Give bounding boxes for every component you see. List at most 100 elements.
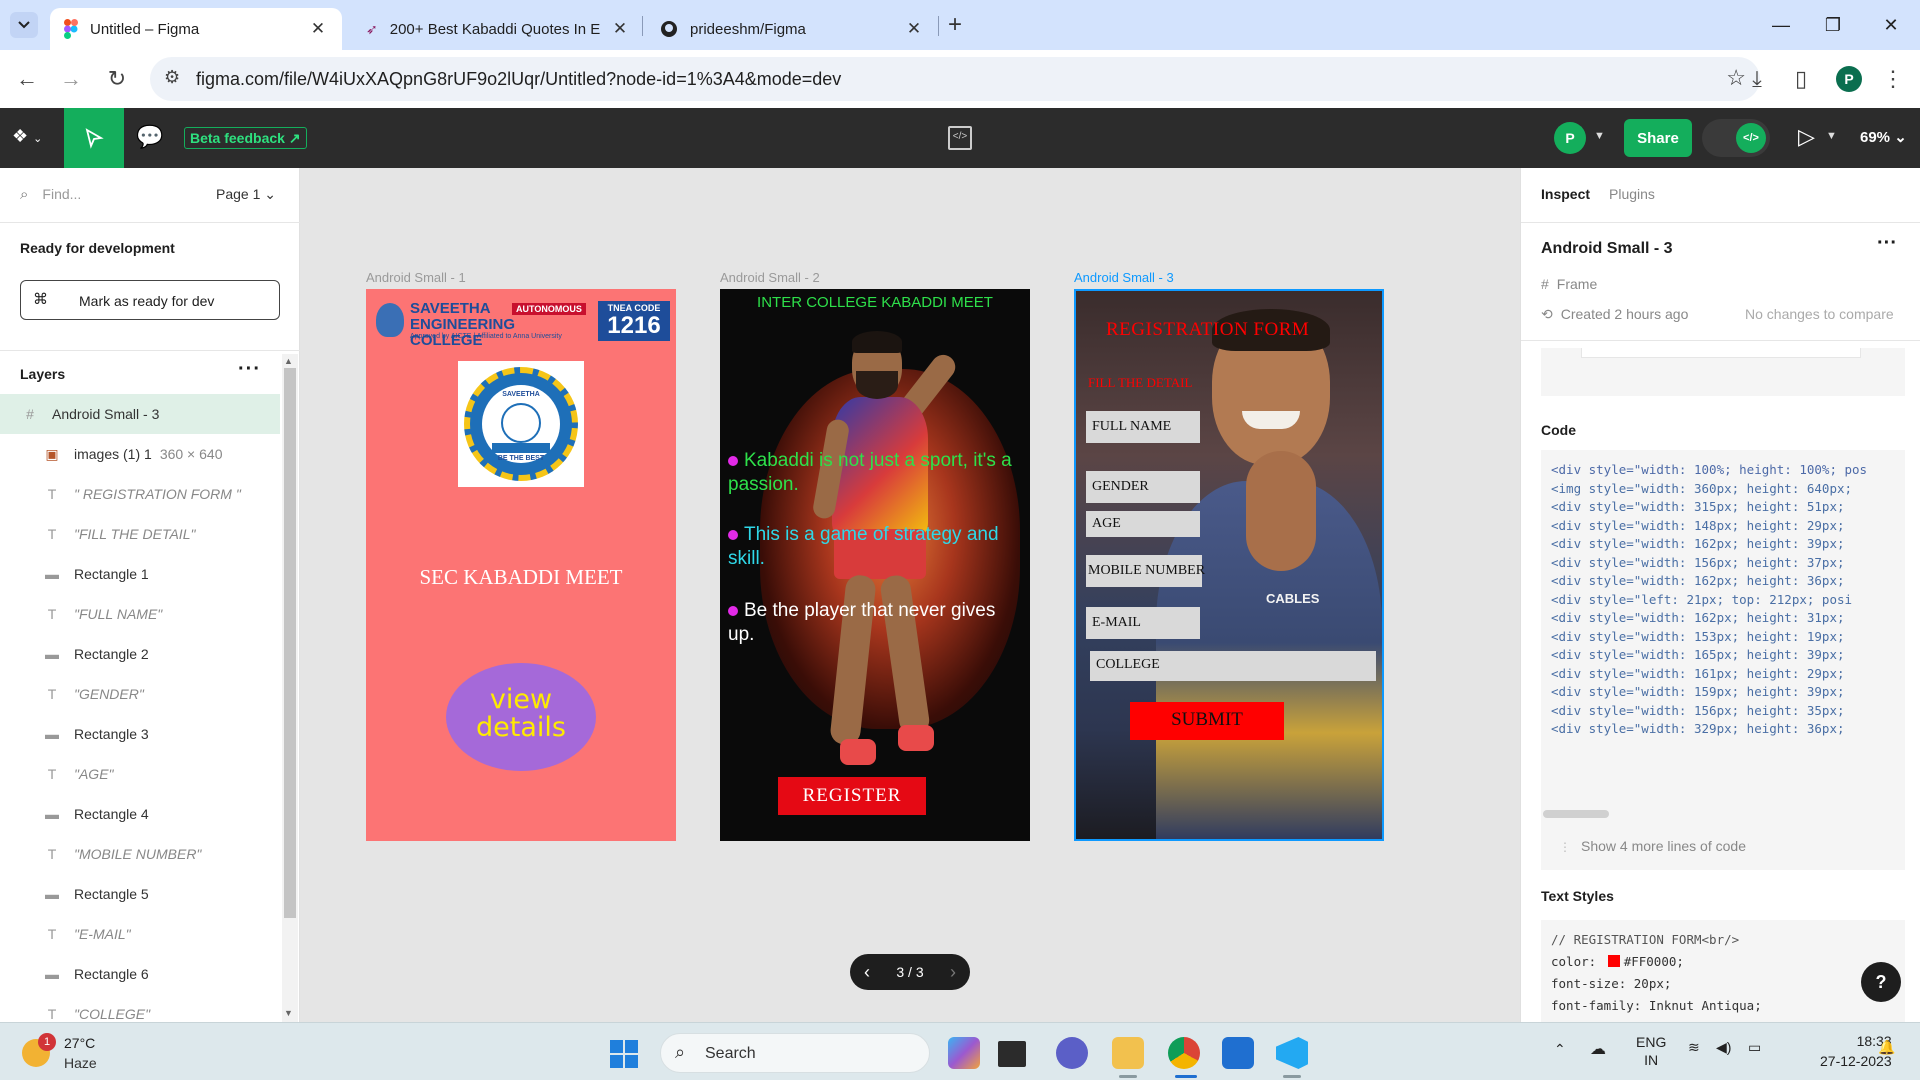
email-field[interactable]: E-MAIL (1086, 607, 1200, 639)
more-options-icon[interactable]: ··· (238, 358, 261, 381)
layer-row[interactable]: ▬ Rectangle 5 (0, 874, 280, 914)
scroll-down-icon[interactable]: ▼ (284, 1008, 293, 1018)
frame-label[interactable]: Android Small - 2 (720, 270, 820, 285)
previous-frame-icon[interactable]: ‹ (864, 962, 870, 983)
onedrive-icon[interactable]: ☁ (1590, 1039, 1606, 1059)
frame-android-small-1[interactable]: SAVEETHA ENGINEERING COLLEGE Approved by… (366, 289, 676, 841)
layer-row[interactable]: T "E-MAIL" (0, 914, 280, 954)
scroll-up-icon[interactable]: ▲ (284, 356, 293, 366)
main-menu-button[interactable]: ❖ ⌄ (12, 126, 42, 147)
volume-icon[interactable]: ◀) (1716, 1039, 1731, 1056)
move-tool-button[interactable] (64, 108, 124, 168)
code-block[interactable]: <div style="width: 100%; height: 100%; p… (1541, 450, 1905, 870)
close-tab-icon[interactable]: ✕ (308, 19, 328, 39)
browser-profile-avatar[interactable]: P (1836, 66, 1862, 92)
frame-android-small-2[interactable]: INTER COLLEGE KABADDI MEET Kabaddi is no… (720, 289, 1030, 841)
more-options-icon[interactable]: ··· (1877, 232, 1897, 255)
rectangle-icon: ▬ (45, 726, 59, 742)
frame-label[interactable]: Android Small - 1 (366, 270, 466, 285)
minimize-button[interactable]: — (1758, 10, 1804, 40)
tab-inspect[interactable]: Inspect (1541, 186, 1590, 202)
beta-feedback-button[interactable]: Beta feedback ↗ (184, 127, 307, 149)
figma-toolbar: ❖ ⌄ 💬 Beta feedback ↗ </> P ▼ Share </> … (0, 108, 1920, 168)
teams-chat-icon[interactable] (1056, 1037, 1088, 1069)
frame-android-small-3[interactable]: CABLES REGISTRATION FORM FILL THE DETAIL… (1074, 289, 1384, 841)
layer-row[interactable]: # Android Small - 3 (0, 394, 280, 434)
layer-row[interactable]: T " REGISTRATION FORM " (0, 474, 280, 514)
help-button[interactable]: ? (1861, 962, 1901, 1002)
wifi-icon[interactable]: ≋ (1688, 1039, 1700, 1056)
page-selector[interactable]: Page 1 ⌄ (216, 186, 276, 203)
dev-mode-toggle[interactable]: </> (1702, 119, 1770, 157)
site-settings-icon[interactable]: ⚙ (164, 67, 180, 88)
design-canvas[interactable]: Android Small - 1 Android Small - 2 Andr… (300, 168, 1520, 1022)
start-button[interactable] (610, 1040, 638, 1068)
show-more-code-button[interactable]: ⋮ Show 4 more lines of code (1559, 838, 1746, 854)
mobile-number-field[interactable]: MOBILE NUMBER (1086, 555, 1205, 587)
restore-button[interactable]: ❐ (1810, 10, 1856, 40)
dev-resources-icon[interactable]: </> (948, 126, 972, 150)
mark-ready-button[interactable]: ⌘ Mark as ready for dev (20, 280, 280, 320)
scroll-thumb[interactable] (284, 368, 296, 918)
next-frame-icon[interactable]: › (950, 962, 956, 983)
tab-figma[interactable]: Untitled – Figma ✕ (50, 8, 342, 50)
zoom-level[interactable]: 69% ⌄ (1860, 128, 1907, 146)
forward-icon[interactable]: → (56, 64, 86, 94)
language-indicator[interactable]: ENG IN (1636, 1033, 1666, 1069)
close-tab-icon[interactable]: ✕ (904, 19, 924, 39)
layer-row[interactable]: ▬ Rectangle 1 (0, 554, 280, 594)
layer-row[interactable]: T "AGE" (0, 754, 280, 794)
show-hidden-icons[interactable]: ⌃ (1554, 1041, 1566, 1058)
browser-menu-icon[interactable]: ⋮ (1878, 64, 1908, 94)
code-horizontal-scrollbar[interactable] (1543, 810, 1609, 818)
chevron-down-icon[interactable]: ▼ (1594, 130, 1605, 142)
layer-row[interactable]: ▬ Rectangle 2 (0, 634, 280, 674)
tab-search-button[interactable] (10, 12, 38, 38)
file-explorer-icon[interactable] (1112, 1037, 1144, 1069)
download-icon[interactable]: ⤓ (1742, 64, 1772, 94)
find-input[interactable]: ⌕ Find... (20, 186, 81, 203)
address-bar[interactable]: ⚙ figma.com/file/W4iUxXAQpnG8rUF9o2lUqr/… (150, 57, 1760, 101)
tab-github[interactable]: prideeshm/Figma ✕ (646, 8, 938, 50)
layers-scrollbar[interactable]: ▲ ▼ (282, 354, 298, 1022)
user-avatar[interactable]: P (1554, 122, 1586, 154)
college-field[interactable]: COLLEGE (1090, 651, 1376, 681)
layer-row[interactable]: ▬ Rectangle 4 (0, 794, 280, 834)
frame-label[interactable]: Android Small - 3 (1074, 270, 1174, 285)
side-panel-icon[interactable]: ▯ (1786, 64, 1816, 94)
tab-kabaddi-quotes[interactable]: ➶ 200+ Best Kabaddi Quotes In E ✕ (352, 8, 644, 50)
notifications-icon[interactable]: 🔔 (1878, 1039, 1895, 1056)
text-style-block[interactable]: // REGISTRATION FORM<br/> color: #FF0000… (1541, 920, 1905, 1030)
present-icon[interactable]: ▷ (1798, 124, 1815, 150)
chevron-down-icon[interactable]: ▼ (1826, 130, 1837, 142)
tab-plugins[interactable]: Plugins (1609, 186, 1655, 202)
chrome-icon[interactable] (1168, 1037, 1200, 1069)
view-details-button[interactable]: view details (446, 663, 596, 771)
new-tab-button[interactable]: + (948, 11, 962, 39)
reload-icon[interactable]: ↻ (102, 64, 132, 94)
layer-row[interactable]: ▣ images (1) 1 360 × 640 (0, 434, 280, 474)
layer-row[interactable]: T "FILL THE DETAIL" (0, 514, 280, 554)
full-name-field[interactable]: FULL NAME (1086, 411, 1200, 443)
share-button[interactable]: Share (1624, 119, 1692, 157)
gender-field[interactable]: GENDER (1086, 471, 1200, 503)
close-window-button[interactable]: ✕ (1868, 10, 1914, 40)
taskbar-search[interactable]: ⌕ Search (660, 1033, 930, 1073)
age-field[interactable]: AGE (1086, 511, 1200, 537)
register-button[interactable]: REGISTER (778, 777, 926, 815)
microsoft-store-icon[interactable] (1222, 1037, 1254, 1069)
copilot-icon[interactable] (948, 1037, 980, 1069)
vscode-icon[interactable] (1276, 1037, 1308, 1069)
battery-icon[interactable]: ▭ (1748, 1039, 1761, 1056)
layer-row[interactable]: ▬ Rectangle 3 (0, 714, 280, 754)
task-view-icon[interactable] (998, 1041, 1026, 1067)
back-icon[interactable]: ← (12, 64, 42, 94)
submit-button[interactable]: SUBMIT (1130, 702, 1284, 740)
code-line: <div style="width: 329px; height: 36px; (1551, 721, 1845, 736)
layer-row[interactable]: T "MOBILE NUMBER" (0, 834, 280, 874)
comment-tool-icon[interactable]: 💬 (136, 124, 163, 150)
layer-row[interactable]: ▬ Rectangle 6 (0, 954, 280, 994)
close-tab-icon[interactable]: ✕ (610, 19, 630, 39)
layer-row[interactable]: T "FULL NAME" (0, 594, 280, 634)
layer-row[interactable]: T "GENDER" (0, 674, 280, 714)
